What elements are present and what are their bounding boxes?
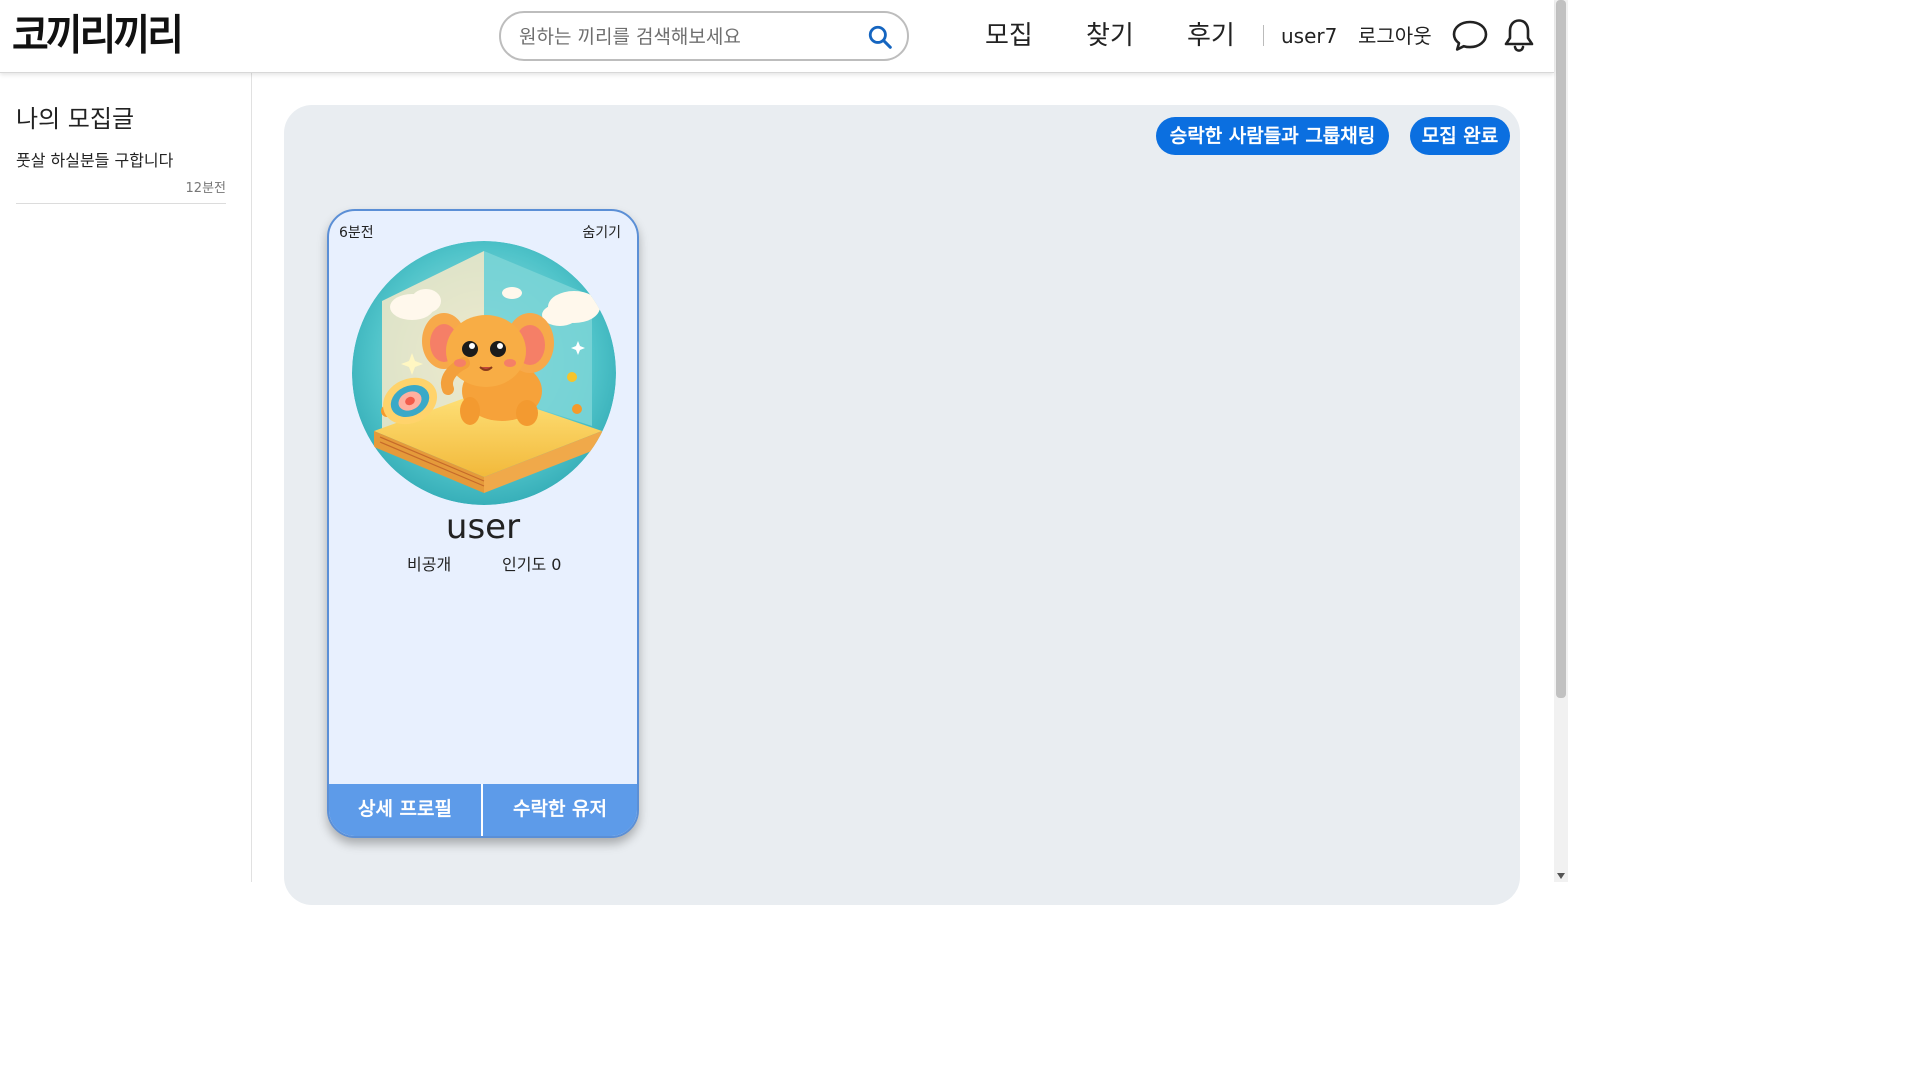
popularity-value: 0 [551, 555, 562, 574]
group-chat-button[interactable]: 승락한 사람들과 그룹채팅 [1156, 117, 1389, 155]
search-icon[interactable] [867, 24, 893, 50]
applicant-card: 6분전 숨기기 user 비공개 인기도 0 상세 프로필 수락한 유저 [327, 209, 639, 838]
nav-find[interactable]: 찾기 [1086, 14, 1134, 58]
logout-button[interactable]: 로그아웃 [1358, 18, 1432, 54]
site-logo[interactable]: 코끼리끼리 [12, 7, 184, 66]
nav-divider [1263, 25, 1264, 46]
card-popularity: 인기도 0 [502, 551, 561, 575]
bell-icon[interactable] [1500, 16, 1538, 54]
card-footer: 상세 프로필 수락한 유저 [329, 784, 637, 836]
detail-profile-button[interactable]: 상세 프로필 [329, 784, 483, 836]
card-username: user [445, 507, 521, 547]
popularity-label: 인기도 [502, 555, 547, 574]
post-title: 풋살 하실분들 구합니다 [16, 151, 174, 170]
nav-recruit[interactable]: 모집 [985, 14, 1033, 58]
complete-recruit-button[interactable]: 모집 완료 [1410, 117, 1510, 155]
scroll-down-arrow-icon[interactable] [1557, 873, 1565, 879]
hide-button[interactable]: 숨기기 [582, 222, 621, 242]
top-header: 코끼리끼리 모집 찾기 후기 user7 로그아웃 [0, 0, 1554, 73]
search-box [499, 11, 909, 61]
card-time: 6분전 [339, 225, 374, 241]
elephant-avatar-image [352, 241, 616, 505]
post-time: 12분전 [185, 181, 226, 196]
chat-icon[interactable] [1451, 16, 1489, 54]
current-user-name[interactable]: user7 [1281, 18, 1337, 54]
sidebar: 나의 모집글 풋살 하실분들 구합니다 12분전 [0, 73, 252, 882]
scrollbar-thumb[interactable] [1556, 0, 1566, 698]
nav-review[interactable]: 후기 [1187, 14, 1235, 58]
my-post-item[interactable]: 풋살 하실분들 구합니다 12분전 [16, 145, 226, 204]
accepted-users-button[interactable]: 수락한 유저 [483, 784, 637, 836]
sidebar-title: 나의 모집글 [16, 105, 135, 133]
card-visibility: 비공개 [407, 555, 452, 574]
search-input[interactable] [517, 21, 861, 53]
page-scrollbar[interactable] [1554, 0, 1568, 882]
